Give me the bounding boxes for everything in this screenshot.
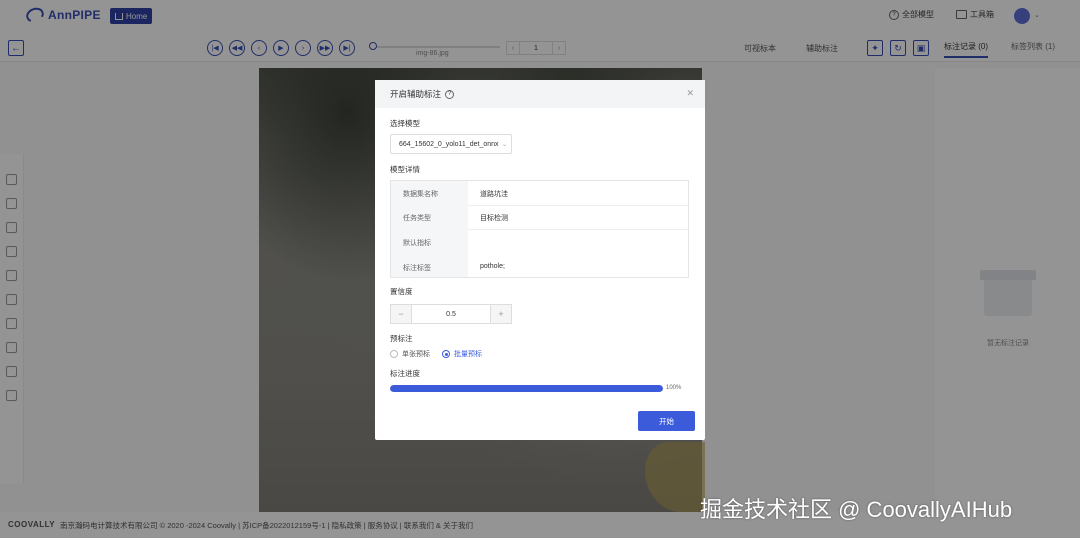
help-icon[interactable]: ? xyxy=(445,89,455,99)
radio-single[interactable]: 单张预标 xyxy=(390,349,430,359)
dialog-header: 开启辅助标注 ? ✕ xyxy=(375,80,705,108)
select-model-label: 选择模型 xyxy=(390,119,420,128)
confidence-input[interactable]: 0.5 xyxy=(411,305,491,323)
model-select-value: 664_15602_0_yolo11_det_onnx xyxy=(399,140,499,148)
radio-batch[interactable]: 批量预标 xyxy=(442,349,482,359)
close-icon[interactable]: ✕ xyxy=(686,88,694,99)
progress-percent: 100% xyxy=(666,385,682,391)
model-detail-table: 数据集名称 道路坑洼 任务类型 目标检测 默认指标 标注标签 pothole; xyxy=(390,180,689,278)
model-select[interactable]: 664_15602_0_yolo11_det_onnx ⌄ xyxy=(390,134,512,154)
confidence-stepper: − 0.5 + xyxy=(390,304,512,324)
progress-fill xyxy=(390,385,663,392)
start-button[interactable]: 开始 xyxy=(638,411,695,431)
increment-button[interactable]: + xyxy=(491,305,511,323)
prelabel-radio-group: 单张预标 批量预标 xyxy=(390,349,482,359)
prelabel-label: 预标注 xyxy=(390,334,413,343)
annotation-progress-bar xyxy=(390,385,663,392)
decrement-button[interactable]: − xyxy=(391,305,411,323)
progress-label: 标注进度 xyxy=(390,369,420,378)
assist-annotation-dialog: 开启辅助标注 ? ✕ 选择模型 664_15602_0_yolo11_det_o… xyxy=(375,80,705,440)
radio-circle-selected[interactable] xyxy=(442,350,450,358)
radio-circle[interactable] xyxy=(390,350,398,358)
model-detail-label: 模型详情 xyxy=(390,165,420,174)
chevron-down-icon: ⌄ xyxy=(501,141,507,148)
dialog-title: 开启辅助标注 xyxy=(390,89,442,99)
confidence-label: 置信度 xyxy=(390,287,413,296)
watermark-text: 掘金技术社区 @ CoovallyAIHub xyxy=(700,497,1013,522)
